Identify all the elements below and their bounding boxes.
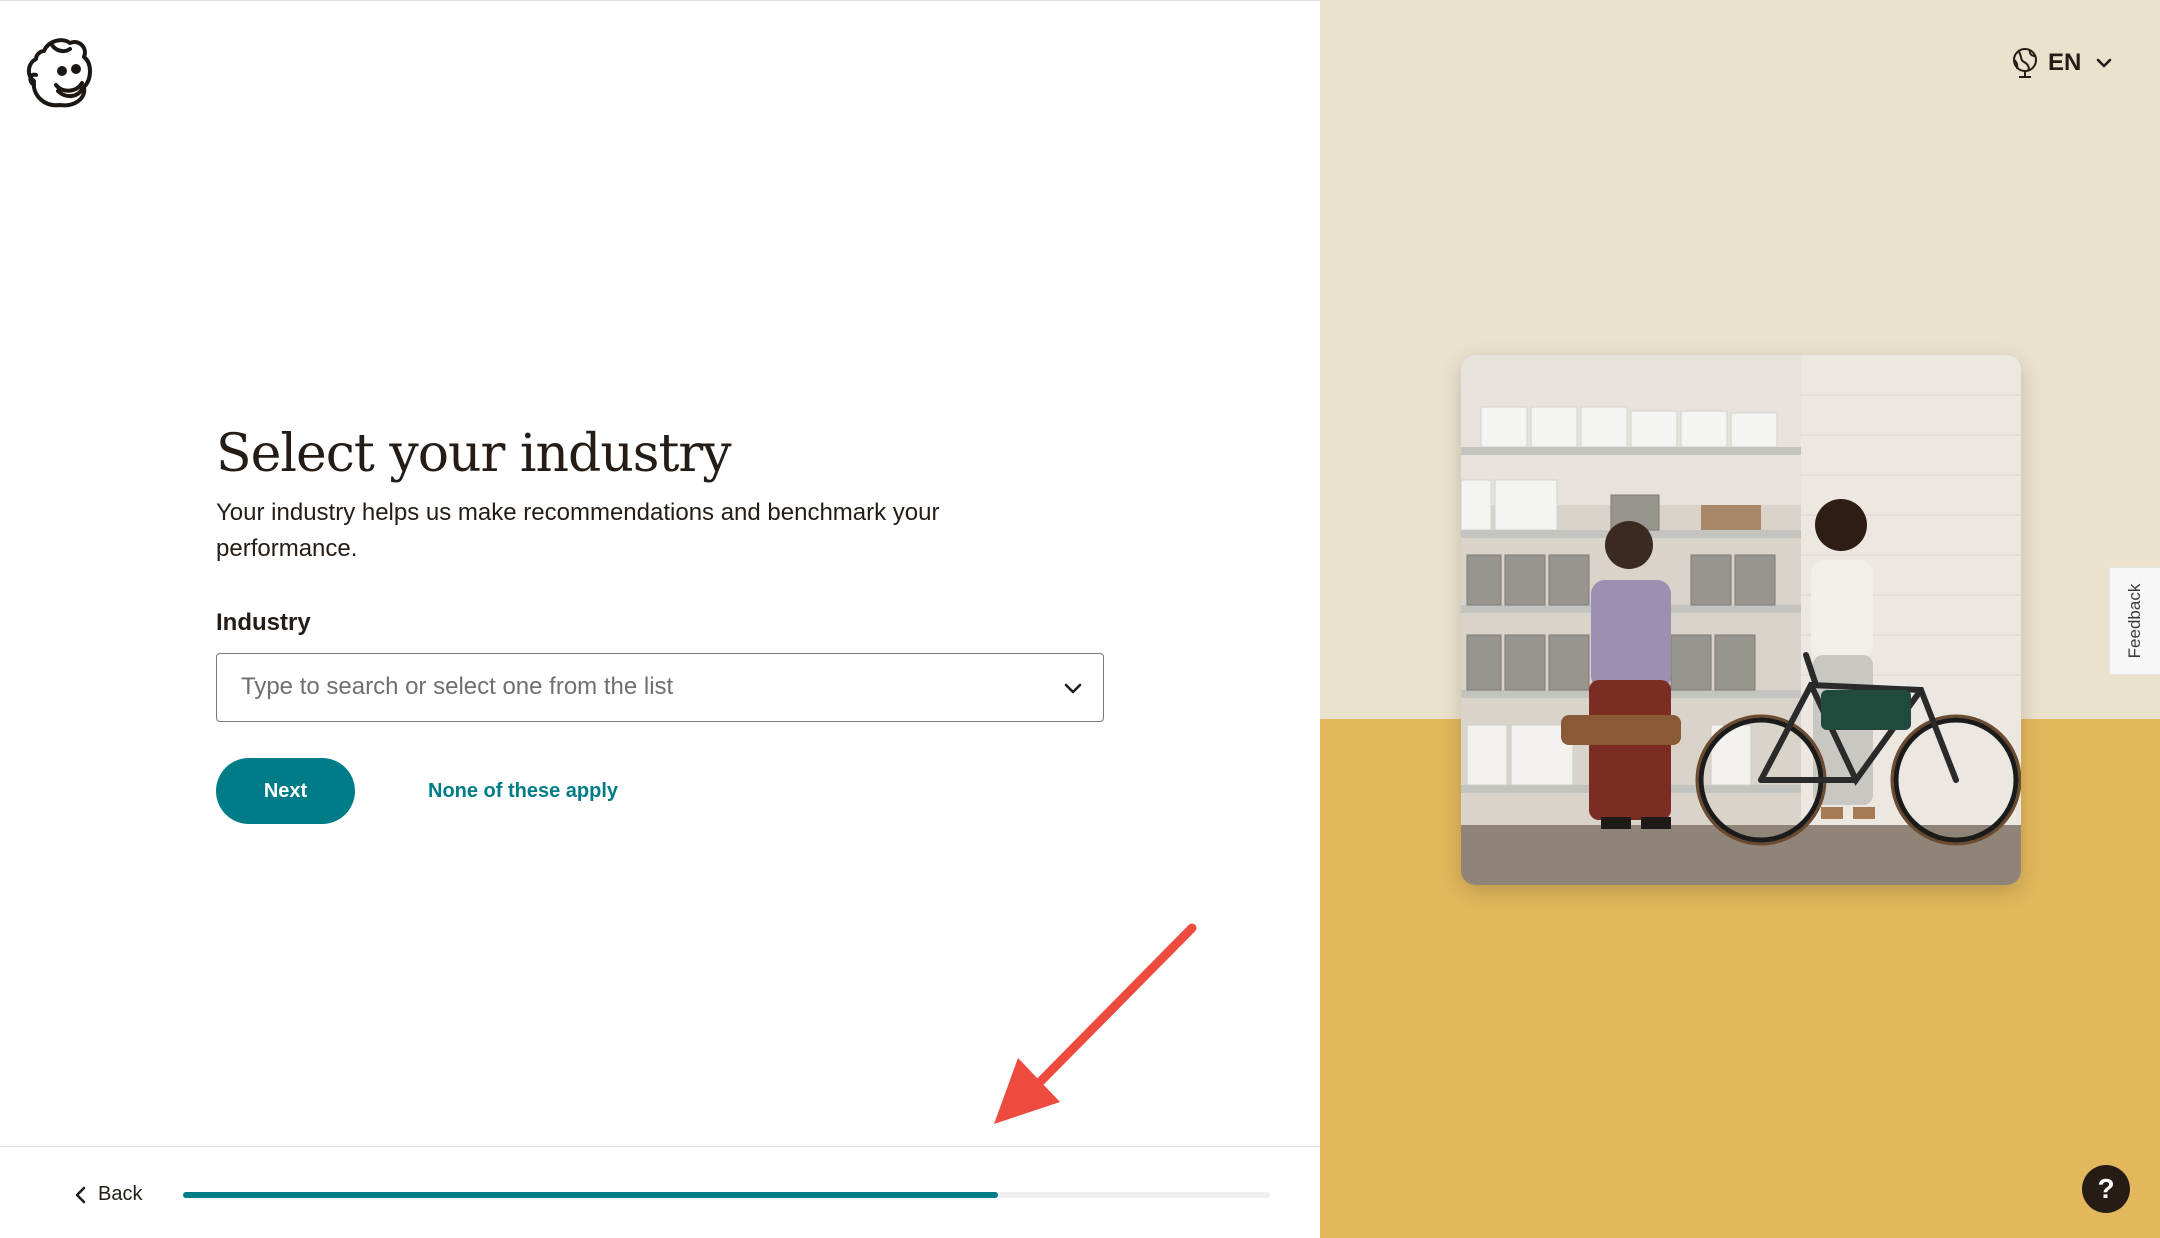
mailchimp-logo-icon[interactable] xyxy=(22,35,94,111)
page-title: Select your industry xyxy=(216,424,732,484)
progress-bar xyxy=(183,1192,1270,1198)
progress-bar-fill xyxy=(183,1192,999,1198)
chevron-left-icon xyxy=(75,1186,86,1203)
help-icon: ? xyxy=(2097,1173,2115,1204)
globe-icon xyxy=(2013,48,2037,78)
chevron-down-icon[interactable] xyxy=(1061,676,1085,700)
back-button[interactable]: Back xyxy=(74,1183,142,1206)
warehouse-bicycle-photo xyxy=(1461,355,2021,885)
none-of-these-apply-link[interactable]: None of these apply xyxy=(428,780,618,803)
onboarding-panel: Select your industry Your industry helps… xyxy=(0,0,1320,1238)
back-label: Back xyxy=(98,1183,143,1205)
industry-field-label: Industry xyxy=(216,609,311,636)
feedback-label: Feedback xyxy=(2125,583,2144,659)
onboarding-footer: Back xyxy=(0,1146,1320,1238)
industry-search-input[interactable] xyxy=(217,654,1017,720)
industry-form: Select your industry Your industry helps… xyxy=(216,419,1116,824)
page-subtitle: Your industry helps us make recommendati… xyxy=(216,499,940,562)
form-actions: Next None of these apply xyxy=(216,758,1116,824)
feedback-tab[interactable]: Feedback xyxy=(2109,567,2160,675)
industry-select[interactable] xyxy=(216,653,1104,722)
chevron-down-icon xyxy=(2097,58,2112,68)
language-label: EN xyxy=(2048,49,2082,76)
annotation-arrow-icon xyxy=(994,923,1197,1124)
help-button[interactable]: ? xyxy=(2082,1165,2130,1213)
language-selector[interactable]: EN xyxy=(2010,46,2113,80)
next-button[interactable]: Next xyxy=(216,758,355,824)
illustration-panel: EN Feedback ? xyxy=(1320,0,2160,1238)
